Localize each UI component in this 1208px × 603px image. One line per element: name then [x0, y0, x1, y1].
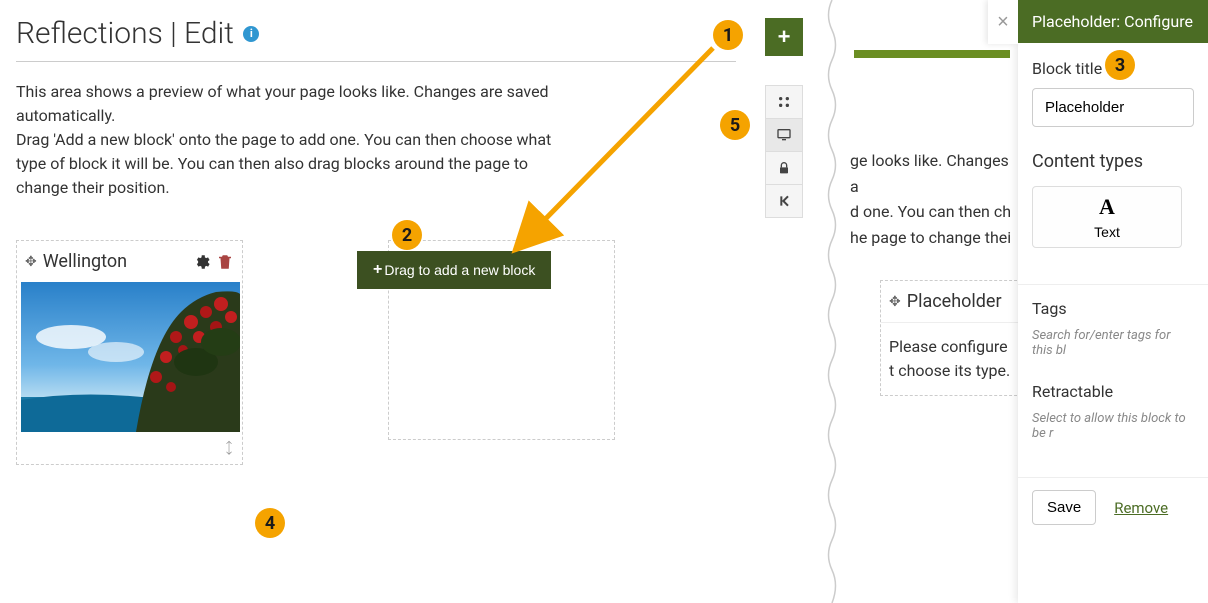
intro-text: This area shows a preview of what your p…	[16, 80, 576, 200]
callout-2: 2	[392, 220, 422, 250]
move-icon[interactable]: ✥	[889, 294, 901, 310]
collapse-button[interactable]	[765, 184, 803, 218]
save-button[interactable]: Save	[1032, 490, 1096, 525]
display-button[interactable]	[765, 118, 803, 152]
close-button[interactable]: ×	[988, 0, 1018, 44]
remove-link[interactable]: Remove	[1114, 499, 1168, 517]
lock-button[interactable]	[765, 151, 803, 185]
add-block-button[interactable]: +	[765, 18, 803, 56]
retractable-helper: Select to allow this block to be r	[1032, 411, 1194, 441]
callout-4: 4	[255, 508, 285, 538]
intro-line2: Drag 'Add a new block' onto the page to …	[16, 130, 551, 197]
tags-label: Tags	[1032, 299, 1194, 318]
block-title-input[interactable]	[1032, 88, 1194, 127]
configure-panel: × Placeholder: Configure Block title Con…	[1018, 0, 1208, 603]
preview-bar	[854, 50, 1010, 58]
content-type-text[interactable]: A Text	[1032, 186, 1182, 248]
gear-icon[interactable]	[192, 253, 210, 271]
content-types-label: Content types	[1032, 151, 1194, 172]
block-image	[21, 282, 238, 432]
preview-strip: ge looks like. Changes a d one. You can …	[842, 0, 1022, 603]
settings-button[interactable]	[765, 85, 803, 119]
content-type-label: Text	[1094, 224, 1120, 240]
drop-zone[interactable]: + Drag to add a new block	[388, 240, 615, 440]
configure-header: Placeholder: Configure	[1018, 0, 1208, 43]
block-wellington[interactable]: ✥ Wellington	[16, 240, 243, 465]
resize-handle-icon[interactable]: ⤡	[219, 438, 238, 457]
page-title: Reflections | Edit	[16, 16, 234, 51]
placeholder-block[interactable]: ✥ Placeholder Please configure t choose …	[880, 280, 1022, 396]
text-type-icon: A	[1099, 194, 1115, 220]
intro-line1: This area shows a preview of what your p…	[16, 82, 549, 125]
info-icon[interactable]: i	[243, 26, 259, 42]
trash-icon[interactable]	[216, 253, 234, 271]
config-divider	[1018, 284, 1208, 285]
editor-toolbar: +	[765, 18, 803, 218]
separator	[825, 0, 839, 603]
arrow-icon	[495, 40, 725, 270]
callout-3: 3	[1105, 50, 1135, 80]
placeholder-body: Please configure t choose its type.	[881, 323, 1021, 395]
move-icon[interactable]: ✥	[25, 254, 37, 270]
callout-1: 1	[713, 20, 743, 50]
block-title: Wellington	[43, 251, 186, 272]
tags-helper: Search for/enter tags for this bl	[1032, 328, 1194, 358]
placeholder-title: Placeholder	[907, 291, 1002, 312]
retractable-label: Retractable	[1032, 382, 1194, 401]
preview-text-fragment: ge looks like. Changes a d one. You can …	[842, 148, 1022, 280]
callout-5: 5	[720, 110, 750, 140]
plus-icon: +	[373, 261, 382, 279]
